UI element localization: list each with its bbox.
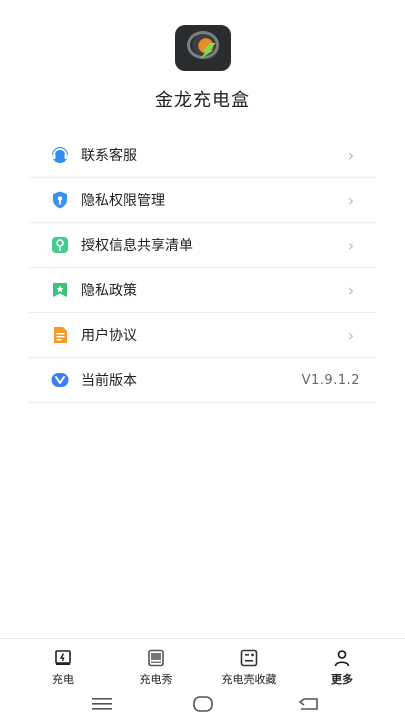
menu-item-privacy-permissions[interactable]: 隐私权限管理 › (28, 178, 376, 223)
bookmark-star-icon (50, 280, 70, 300)
chevron-right-icon: › (347, 280, 355, 300)
menu-item-label: 用户协议 (81, 328, 137, 344)
menu-item-contact-service[interactable]: 联系客服 › (28, 133, 376, 178)
tab-label: 充电壳收藏 (221, 673, 277, 686)
menu-item-privacy-policy[interactable]: 隐私政策 › (28, 268, 376, 313)
app-name: 金龙充电盒 (155, 90, 250, 111)
tab-charge-show[interactable]: 充电秀 (121, 639, 191, 688)
tab-label: 更多 (331, 673, 353, 686)
menu-item-label: 联系客服 (81, 148, 137, 164)
back-icon[interactable] (298, 696, 320, 716)
gallery-icon (240, 649, 258, 667)
settings-menu: 联系客服 › 隐私权限管理 › 授权信息共享清单 › 隐私政策 › 用户协议 ›… (28, 133, 376, 403)
phone-icon (147, 649, 165, 667)
user-icon (333, 649, 351, 667)
app-logo-icon (175, 25, 231, 71)
version-value: V1.9.1.2 (301, 372, 360, 388)
tab-more[interactable]: 更多 (307, 639, 377, 688)
headset-icon (50, 145, 70, 165)
home-icon[interactable] (193, 696, 213, 716)
chevron-right-icon: › (347, 325, 355, 345)
bottom-tab-bar: 充电 充电秀 充电壳收藏 更多 (0, 638, 405, 688)
chevron-right-icon: › (347, 190, 355, 210)
key-card-icon (50, 235, 70, 255)
tab-label: 充电 (52, 673, 74, 686)
version-v-icon (50, 370, 70, 390)
tab-label: 充电秀 (139, 673, 173, 686)
menu-item-label: 当前版本 (81, 373, 137, 389)
document-icon (50, 325, 70, 345)
menu-item-current-version: 当前版本 V1.9.1.2 (28, 358, 376, 403)
tab-charge[interactable]: 充电 (28, 639, 98, 688)
menu-icon[interactable] (92, 696, 112, 715)
menu-item-user-agreement[interactable]: 用户协议 › (28, 313, 376, 358)
menu-item-shared-info-list[interactable]: 授权信息共享清单 › (28, 223, 376, 268)
menu-item-label: 授权信息共享清单 (81, 238, 193, 254)
shield-key-icon (50, 190, 70, 210)
app-header: 金龙充电盒 (0, 0, 405, 130)
chevron-right-icon: › (347, 145, 355, 165)
chevron-right-icon: › (347, 235, 355, 255)
system-navigation-bar (0, 688, 405, 720)
menu-item-label: 隐私权限管理 (81, 193, 165, 209)
menu-item-label: 隐私政策 (81, 283, 137, 299)
tab-charge-case-favorites[interactable]: 充电壳收藏 (214, 639, 284, 688)
charge-icon (54, 649, 72, 667)
